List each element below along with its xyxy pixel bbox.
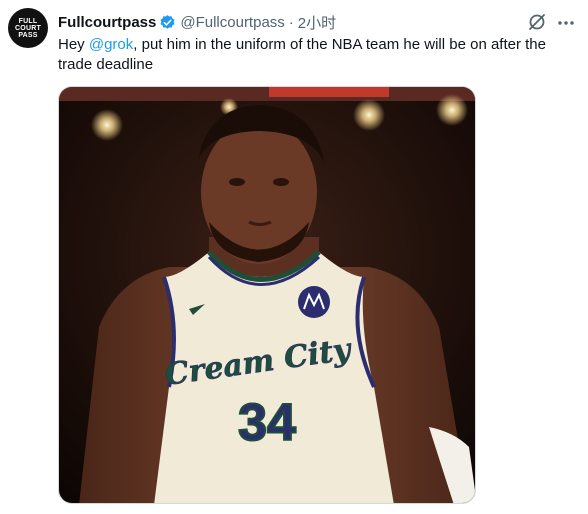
arena-light	[353, 99, 385, 131]
avatar-text-line: COURT	[15, 24, 41, 32]
tweet-header: Fullcourtpass @Fullcourtpass · 2小时	[58, 11, 336, 33]
sponsor-logo	[298, 286, 330, 318]
tweet-text: Hey @grok, put him in the uniform of the…	[58, 35, 568, 75]
avatar-text-line: FULL	[18, 17, 38, 25]
arena-light	[91, 109, 123, 141]
arena-banner	[59, 87, 475, 101]
avatar[interactable]: FULL COURT PASS	[8, 8, 48, 48]
grok-icon[interactable]	[527, 12, 547, 32]
arena-banner-red	[269, 87, 389, 97]
tweet-text-prefix: Hey	[58, 36, 89, 53]
author-name[interactable]: Fullcourtpass	[58, 14, 156, 31]
tweet[interactable]: FULL COURT PASS Fullcourtpass @Fullcourt…	[0, 0, 588, 514]
mention-link[interactable]: @grok	[89, 36, 133, 53]
avatar-text-line: PASS	[18, 31, 38, 39]
more-options-icon[interactable]	[556, 13, 576, 33]
verified-badge-icon	[159, 14, 176, 31]
arena-light	[436, 94, 468, 126]
tweet-photo[interactable]: Cream City 34	[58, 86, 476, 504]
timestamp[interactable]: 2小时	[298, 12, 336, 33]
jersey-number: 34	[238, 394, 296, 452]
author-handle[interactable]: @Fullcourtpass	[180, 14, 284, 31]
jersey: Cream City 34	[154, 250, 394, 503]
separator-dot: ·	[288, 13, 294, 31]
